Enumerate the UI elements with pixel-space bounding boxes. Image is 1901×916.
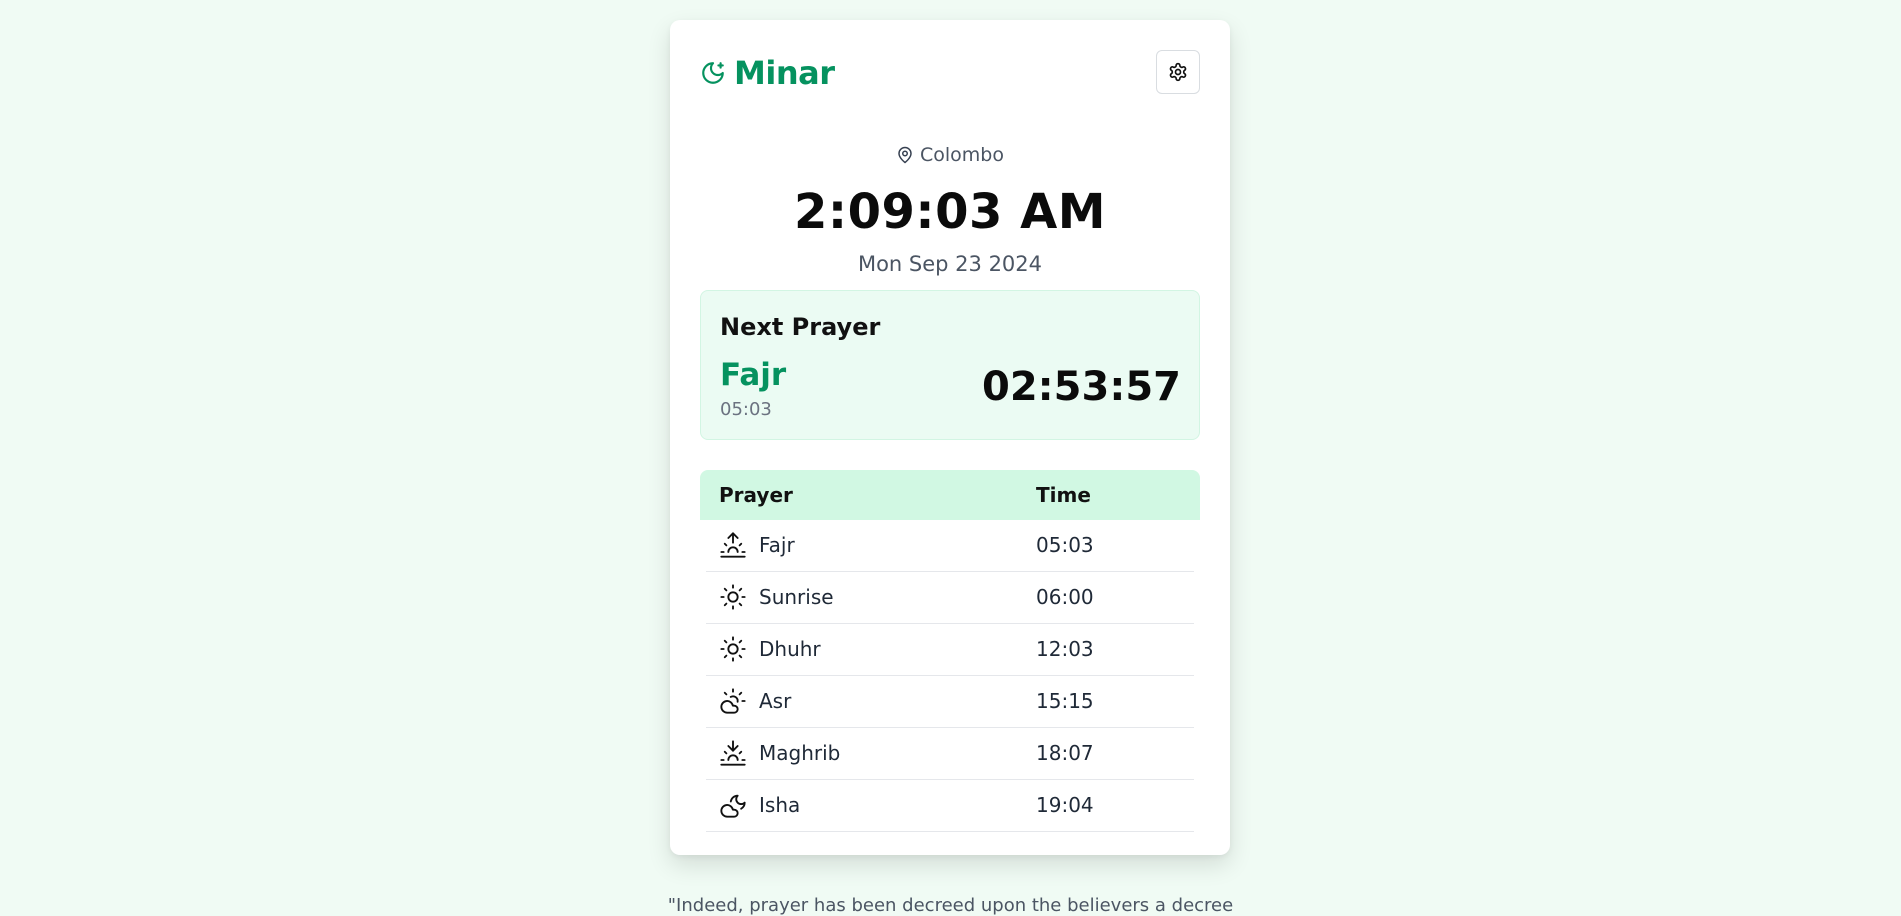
prayer-time: 12:03 xyxy=(1036,637,1094,661)
prayer-name: Asr xyxy=(759,689,792,713)
sunset-icon xyxy=(719,739,747,767)
prayer-name: Maghrib xyxy=(759,741,841,765)
table-row: Fajr 05:03 xyxy=(706,520,1194,572)
quote-text: "Indeed, prayer has been decreed upon th… xyxy=(667,895,1234,916)
table-row: Sunrise 06:00 xyxy=(706,572,1194,624)
sun-icon xyxy=(719,583,747,611)
prayer-card: Minar Colombo 2:09:03 AM Mon Sep 23 2024… xyxy=(670,20,1230,855)
prayer-name: Fajr xyxy=(759,533,795,557)
app-title: Minar xyxy=(734,54,835,92)
sunrise-icon xyxy=(719,531,747,559)
next-prayer-name: Fajr xyxy=(720,357,787,393)
sun-icon xyxy=(719,635,747,663)
location: Colombo xyxy=(670,144,1230,166)
prayer-time: 06:00 xyxy=(1036,585,1094,609)
table-header: Prayer Time xyxy=(700,470,1200,520)
prayer-time: 05:03 xyxy=(1036,533,1094,557)
prayer-time: 15:15 xyxy=(1036,689,1094,713)
cloud-sun-icon xyxy=(719,687,747,715)
prayer-name: Dhuhr xyxy=(759,637,821,661)
location-city: Colombo xyxy=(920,144,1004,166)
column-header-time: Time xyxy=(1036,483,1091,507)
prayer-name: Sunrise xyxy=(759,585,834,609)
prayer-time: 19:04 xyxy=(1036,793,1094,817)
table-row: Asr 15:15 xyxy=(706,676,1194,728)
column-header-prayer: Prayer xyxy=(719,483,793,507)
prayer-time: 18:07 xyxy=(1036,741,1094,765)
map-pin-icon xyxy=(896,146,914,164)
moon-star-icon xyxy=(700,60,726,86)
settings-button[interactable] xyxy=(1156,50,1200,94)
prayer-name: Isha xyxy=(759,793,801,817)
current-date: Mon Sep 23 2024 xyxy=(857,252,1043,276)
current-time: 2:09:03 AM xyxy=(793,184,1106,240)
table-row: Maghrib 18:07 xyxy=(706,728,1194,780)
next-prayer-title: Next Prayer xyxy=(720,313,881,341)
cloud-moon-icon xyxy=(719,791,747,819)
next-prayer-panel: Next Prayer Fajr 05:03 02:53:57 xyxy=(700,290,1200,440)
table-row: Isha 19:04 xyxy=(706,780,1194,832)
next-prayer-countdown: 02:53:57 xyxy=(982,364,1181,410)
header: Minar xyxy=(700,50,1200,96)
next-prayer-time: 05:03 xyxy=(720,399,772,420)
brand: Minar xyxy=(700,54,835,92)
prayer-times-table: Prayer Time Fajr 05:03 Sunrise 06:00 Dhu… xyxy=(700,470,1200,832)
table-row: Dhuhr 12:03 xyxy=(706,624,1194,676)
gear-icon xyxy=(1168,62,1188,82)
